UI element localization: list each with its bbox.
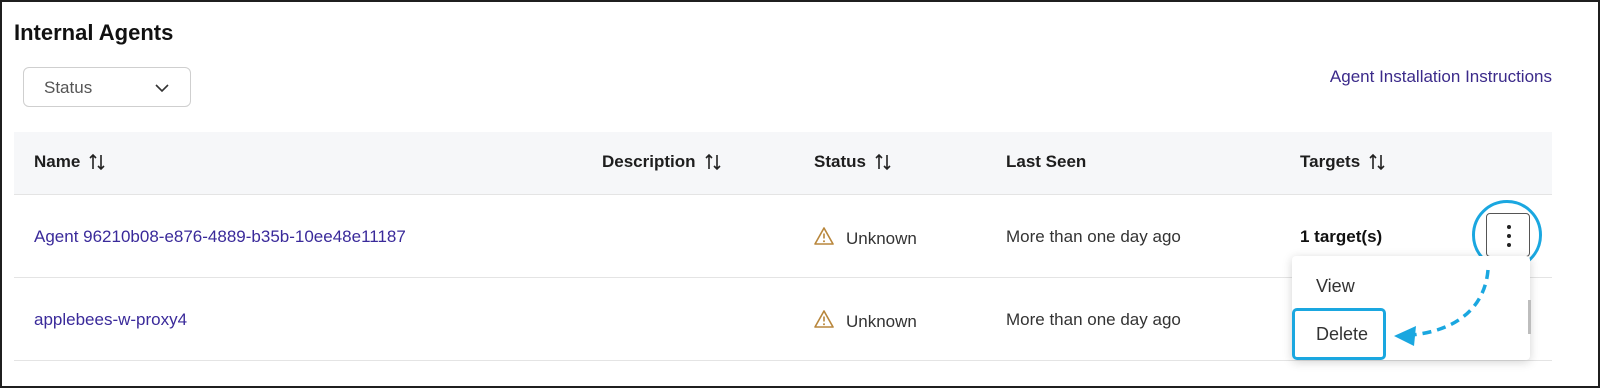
agent-status-text: Unknown (846, 228, 917, 248)
status-filter-label: Status (44, 78, 93, 97)
agent-status: Unknown (814, 310, 917, 333)
agent-status-text: Unknown (846, 311, 917, 331)
agent-name-link[interactable]: Agent 96210b08-e876-4889-b35b-10ee48e111… (34, 227, 406, 247)
agent-status: Unknown (814, 227, 917, 250)
agent-name-link[interactable]: applebees-w-proxy4 (34, 310, 187, 330)
sort-icon[interactable] (874, 152, 892, 172)
column-label-status: Status (814, 152, 866, 171)
column-label-targets: Targets (1300, 152, 1361, 171)
sort-icon[interactable] (704, 152, 722, 172)
column-header-targets[interactable]: Targets (1300, 152, 1386, 172)
sort-icon[interactable] (88, 152, 106, 172)
kebab-dot (1507, 234, 1511, 238)
row-actions-menu: View Delete (1292, 256, 1530, 360)
agent-installation-instructions-link[interactable]: Agent Installation Instructions (1330, 67, 1552, 87)
column-header-last-seen: Last Seen (1006, 152, 1086, 172)
agent-targets: 1 target(s) (1300, 227, 1383, 246)
page-title: Internal Agents (14, 20, 174, 45)
column-label-name: Name (34, 152, 81, 171)
warning-icon (814, 310, 834, 333)
chevron-down-icon (154, 80, 170, 101)
column-header-name[interactable]: Name (34, 152, 106, 172)
menu-scrollbar[interactable] (1528, 300, 1531, 334)
column-header-status[interactable]: Status (814, 152, 892, 172)
status-filter-dropdown[interactable]: Status (23, 67, 191, 107)
kebab-dot (1507, 225, 1511, 229)
row-actions-button[interactable] (1486, 213, 1530, 257)
kebab-dot (1507, 243, 1511, 247)
column-label-description: Description (602, 152, 696, 171)
agent-last-seen: More than one day ago (1006, 310, 1181, 329)
warning-icon (814, 227, 834, 250)
column-label-last-seen: Last Seen (1006, 152, 1087, 171)
column-header-description[interactable]: Description (602, 152, 722, 172)
table-header: Name Description Status Last Seen Target… (14, 132, 1552, 195)
agent-last-seen: More than one day ago (1006, 227, 1181, 246)
menu-item-view[interactable]: View (1316, 276, 1355, 297)
menu-item-delete[interactable]: Delete (1316, 324, 1368, 345)
sort-icon[interactable] (1368, 152, 1386, 172)
